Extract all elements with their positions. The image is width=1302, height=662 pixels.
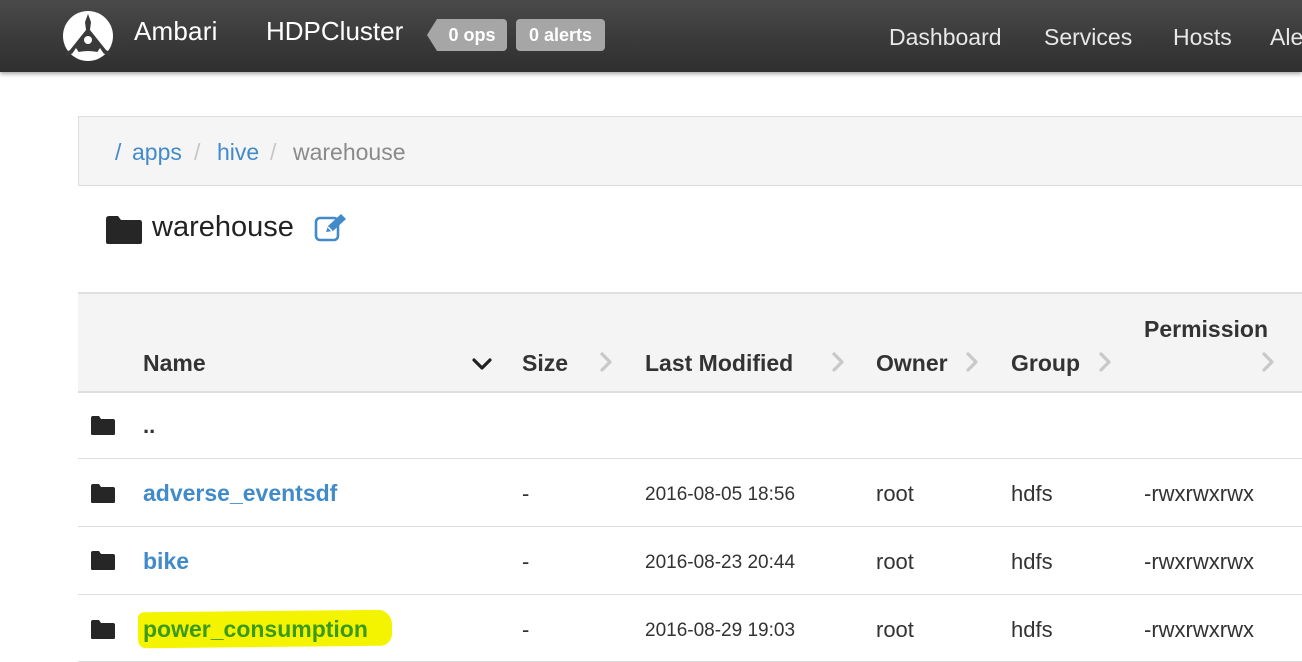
- column-header-name[interactable]: Name: [143, 350, 206, 377]
- file-permission: -rwxrwxrwx: [1144, 549, 1254, 574]
- cluster-name[interactable]: HDPCluster: [266, 16, 403, 47]
- table-row[interactable]: adverse_eventsdf - 2016-08-05 18:56 root…: [78, 459, 1302, 527]
- file-size: -: [522, 549, 530, 574]
- folder-icon: [91, 416, 115, 435]
- folder-icon: [106, 216, 142, 244]
- folder-title: warehouse: [152, 211, 294, 243]
- nav-alerts[interactable]: Ale: [1270, 24, 1302, 51]
- folder-icon: [91, 551, 115, 570]
- file-owner: root: [876, 481, 914, 506]
- brand-name[interactable]: Ambari: [134, 16, 218, 47]
- table-header: Name Size Last Modified Owner Group Perm…: [78, 292, 1302, 393]
- file-last-modified: 2016-08-23 20:44: [645, 552, 796, 573]
- breadcrumb-separator: /: [270, 139, 277, 165]
- edit-icon[interactable]: [314, 212, 348, 242]
- chevron-right-icon[interactable]: [1258, 352, 1278, 372]
- file-size: -: [522, 617, 530, 642]
- breadcrumb-item-warehouse: warehouse: [293, 139, 406, 165]
- ops-badge-label: 0 ops: [437, 19, 507, 51]
- chevron-right-icon[interactable]: [596, 352, 616, 372]
- breadcrumb: / apps / hive / warehouse: [78, 116, 1302, 186]
- column-header-group[interactable]: Group: [1011, 350, 1080, 377]
- file-permission: -rwxrwxrwx: [1144, 617, 1254, 642]
- ambari-logo-icon[interactable]: [60, 10, 116, 62]
- file-owner: root: [876, 549, 914, 574]
- breadcrumb-separator: /: [194, 139, 201, 165]
- nav-dashboard[interactable]: Dashboard: [889, 24, 1002, 51]
- file-last-modified: 2016-08-29 19:03: [645, 620, 796, 641]
- file-size: -: [522, 481, 530, 506]
- column-header-size[interactable]: Size: [522, 350, 568, 377]
- chevron-down-icon[interactable]: [472, 354, 492, 374]
- breadcrumb-item-hive[interactable]: hive: [217, 139, 259, 166]
- chevron-right-icon[interactable]: [828, 352, 848, 372]
- folder-icon: [91, 484, 115, 503]
- breadcrumb-root[interactable]: /: [115, 139, 121, 166]
- file-name-link[interactable]: power_consumption: [143, 616, 368, 643]
- file-permission: -rwxrwxrwx: [1144, 481, 1254, 506]
- nav-hosts[interactable]: Hosts: [1173, 24, 1232, 51]
- file-owner: root: [876, 617, 914, 642]
- ops-badge-arrow: [427, 19, 437, 51]
- file-last-modified: 2016-08-05 18:56: [645, 484, 796, 505]
- file-name-link[interactable]: bike: [143, 548, 189, 575]
- file-name-link[interactable]: adverse_eventsdf: [143, 480, 337, 507]
- chevron-right-icon[interactable]: [962, 352, 982, 372]
- column-header-last-modified[interactable]: Last Modified: [645, 350, 793, 377]
- column-header-permission[interactable]: Permission: [1144, 316, 1268, 343]
- column-header-owner[interactable]: Owner: [876, 350, 948, 377]
- file-group: hdfs: [1011, 549, 1053, 574]
- folder-icon: [91, 620, 115, 639]
- parent-directory-link[interactable]: ..: [143, 413, 155, 439]
- chevron-right-icon[interactable]: [1095, 352, 1115, 372]
- file-table: Name Size Last Modified Owner Group Perm…: [78, 292, 1302, 662]
- table-row-parent[interactable]: ..: [78, 393, 1302, 459]
- alerts-badge[interactable]: 0 alerts: [516, 19, 605, 51]
- ops-badge[interactable]: 0 ops: [427, 19, 507, 51]
- breadcrumb-item-apps[interactable]: apps: [132, 139, 182, 166]
- file-group: hdfs: [1011, 617, 1053, 642]
- file-group: hdfs: [1011, 481, 1053, 506]
- table-row[interactable]: bike - 2016-08-23 20:44 root hdfs -rwxrw…: [78, 527, 1302, 595]
- nav-services[interactable]: Services: [1044, 24, 1132, 51]
- table-row[interactable]: power_consumption - 2016-08-29 19:03 roo…: [78, 595, 1302, 662]
- top-navbar: Ambari HDPCluster 0 ops 0 alerts Dashboa…: [0, 0, 1302, 72]
